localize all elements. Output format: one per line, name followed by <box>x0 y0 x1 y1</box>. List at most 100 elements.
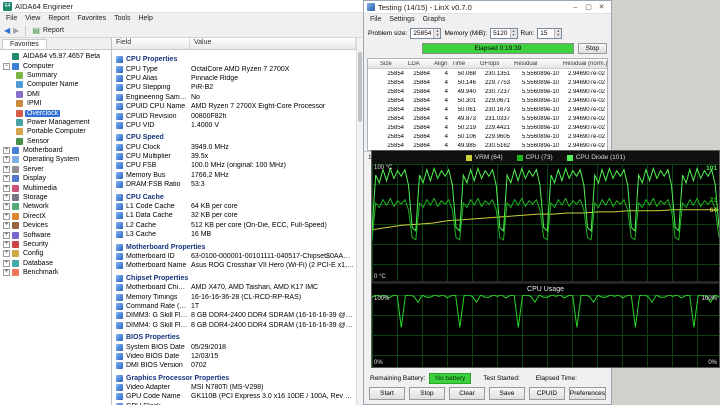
back-icon[interactable]: ◀ <box>4 26 10 35</box>
sidebar-item-summary[interactable]: Summary <box>0 71 111 80</box>
scrollbar-thumb[interactable] <box>358 52 362 122</box>
spin-down-icon[interactable]: ▼ <box>436 33 439 37</box>
column-header-residual[interactable]: Residual <box>512 61 561 67</box>
aida-menu-file[interactable]: File <box>2 15 21 22</box>
stop-button-top[interactable]: Stop <box>577 43 607 54</box>
cpuid-button[interactable]: CPUID <box>528 386 565 400</box>
stop-button[interactable]: Stop <box>408 386 445 400</box>
problem-size-input[interactable]: 25854 ▲ ▼ <box>410 27 442 39</box>
expand-icon[interactable]: + <box>3 222 10 230</box>
sidebar-item-dmi[interactable]: DMI <box>0 90 111 99</box>
spin-down-icon[interactable]: ▼ <box>512 33 515 37</box>
expand-icon[interactable]: + <box>3 194 10 202</box>
close-button[interactable]: ✕ <box>595 2 608 13</box>
expand-icon[interactable]: + <box>3 203 10 211</box>
table-row[interactable]: Motherboard ID 63-0100-000001-00101111-04… <box>112 252 356 261</box>
table-row[interactable]: Video BIOS Date 12/03/15 <box>112 352 356 361</box>
column-header-size[interactable]: Size <box>378 61 406 67</box>
table-row[interactable]: CPUID CPU Name AMD Ryzen 7 2700X Eight-Co… <box>112 102 356 111</box>
table-row[interactable]: Video Adapter MSI N780Ti (MS-V298) <box>112 383 356 392</box>
sidebar-item-devices[interactable]: + Devices <box>0 221 111 230</box>
table-row[interactable]: L2 Cache 512 KB per core (On-Die, ECC, Fu… <box>112 221 356 230</box>
table-row[interactable]: L1 Data Cache 32 KB per core <box>112 211 356 220</box>
save-button[interactable]: Save <box>488 386 525 400</box>
table-row[interactable]: Engineering Sample No <box>112 93 356 102</box>
sidebar-item-operating-system[interactable]: + Operating System <box>0 155 111 164</box>
forward-icon[interactable]: ▶ <box>13 26 19 35</box>
column-header-field[interactable]: Field <box>112 38 190 49</box>
column-header-value[interactable]: Value <box>190 38 356 49</box>
result-row[interactable]: 25854 25864 4 50.061 230.1673 5.556089e-10 2.9… <box>368 105 607 114</box>
table-row[interactable]: DIMM4: G Skill FlareX F4-3200C14D-16GFX8… <box>112 321 356 330</box>
tab-favorites[interactable]: Favorites <box>2 39 47 49</box>
table-row[interactable]: Memory Bus 1766.2 MHz <box>112 171 356 180</box>
spin-down-icon[interactable]: ▼ <box>557 33 560 37</box>
report-button[interactable]: Report <box>43 27 64 34</box>
expand-icon[interactable]: + <box>3 212 10 220</box>
sidebar-item-power-management[interactable]: Power Management <box>0 118 111 127</box>
sidebar-item-aida64-v5-97-4657-beta[interactable]: AIDA64 v5.97.4657 Beta <box>0 52 111 61</box>
problem-size-value[interactable]: 25854 <box>411 29 433 38</box>
collapse-icon[interactable]: − <box>3 62 10 70</box>
result-row[interactable]: 25854 25864 4 50.219 229.4421 5.556089e-10 2.9… <box>368 123 607 132</box>
expand-icon[interactable]: + <box>3 269 10 277</box>
sidebar-item-portable-computer[interactable]: Portable Computer <box>0 127 111 136</box>
table-row[interactable]: L3 Cache 16 MB <box>112 230 356 239</box>
column-header-time[interactable]: Time <box>450 61 478 67</box>
sidebar-item-storage[interactable]: + Storage <box>0 193 111 202</box>
table-row[interactable]: CPU Multiplier 39.5x <box>112 152 356 161</box>
table-row[interactable]: CPU Clock 3949.0 MHz <box>112 143 356 152</box>
run-input[interactable]: 15 ▲ ▼ <box>537 27 563 39</box>
aida-menu-tools[interactable]: Tools <box>110 15 134 22</box>
sidebar-item-ipmi[interactable]: IPMI <box>0 99 111 108</box>
clear-button[interactable]: Clear <box>448 386 485 400</box>
aida-menu-help[interactable]: Help <box>134 15 156 22</box>
maximize-button[interactable]: ▢ <box>582 2 595 13</box>
table-row[interactable]: CPU Alias Pinnacle Ridge <box>112 74 356 83</box>
result-row[interactable]: 25854 25864 4 49.873 231.0337 5.556089e-10 2.9… <box>368 114 607 123</box>
sidebar-item-multimedia[interactable]: + Multimedia <box>0 183 111 192</box>
table-row[interactable]: CPUID Revision 00800F82h <box>112 111 356 120</box>
sidebar-item-directx[interactable]: + DirectX <box>0 212 111 221</box>
sidebar-item-computer[interactable]: − Computer <box>0 61 111 70</box>
preferences-button[interactable]: Preferences <box>568 386 606 400</box>
expand-icon[interactable]: + <box>3 147 10 155</box>
table-row[interactable]: Motherboard Name Asus ROG Crosshair VII H… <box>112 261 356 270</box>
sidebar-item-security[interactable]: + Security <box>0 240 111 249</box>
sidebar-item-config[interactable]: + Config <box>0 249 111 258</box>
memory-value[interactable]: 5120 <box>491 29 509 38</box>
sidebar-item-computer-name[interactable]: Computer Name <box>0 80 111 89</box>
expand-icon[interactable]: + <box>3 165 10 173</box>
expand-icon[interactable]: + <box>3 156 10 164</box>
start-button[interactable]: Start <box>369 386 405 400</box>
table-row[interactable]: CPU FSB 100.0 MHz (original: 100 MHz) <box>112 161 356 170</box>
sidebar-item-network[interactable]: + Network <box>0 202 111 211</box>
result-row[interactable]: 25854 25864 4 50.068 230.1351 5.556089e-10 2.9… <box>368 69 607 78</box>
table-row[interactable]: DRAM:FSB Ratio 53:3 <box>112 180 356 189</box>
sidebar-item-software[interactable]: + Software <box>0 230 111 239</box>
sidebar-item-display[interactable]: + Display <box>0 174 111 183</box>
table-row[interactable]: DIMM3: G Skill FlareX F4-3200C14D-16GFX8… <box>112 311 356 320</box>
aida-menu-report[interactable]: Report <box>44 15 73 22</box>
table-row[interactable]: Motherboard Chipset AMD X470, AMD Taishan… <box>112 283 356 292</box>
aida-menu-favorites[interactable]: Favorites <box>73 15 110 22</box>
result-row[interactable]: 25854 25864 4 50.106 229.9605 5.556089e-10 2.9… <box>368 132 607 141</box>
table-row[interactable]: CPU Stepping PiR-B2 <box>112 83 356 92</box>
sidebar-item-database[interactable]: + Database <box>0 259 111 268</box>
report-icon[interactable]: ▤ <box>32 26 40 35</box>
column-header-align[interactable]: Align <box>432 61 450 67</box>
expand-icon[interactable]: + <box>3 250 10 258</box>
sidebar-item-benchmark[interactable]: + Benchmark <box>0 268 111 277</box>
table-row[interactable]: Command Rate (CR) 1T <box>112 302 356 311</box>
expand-icon[interactable]: + <box>3 259 10 267</box>
spinner-arrows-icon[interactable]: ▲ ▼ <box>433 28 441 38</box>
scrollbar[interactable] <box>356 38 363 405</box>
sidebar-item-motherboard[interactable]: + Motherboard <box>0 146 111 155</box>
minimize-button[interactable]: – <box>569 2 582 13</box>
aida-menu-view[interactable]: View <box>21 15 44 22</box>
column-header-residual-norm[interactable]: Residual (norm.) <box>561 61 607 67</box>
sidebar-item-overclock[interactable]: Overclock <box>0 108 111 117</box>
column-header-gflops[interactable]: GFlops <box>478 61 512 67</box>
memory-input[interactable]: 5120 ▲ ▼ <box>490 27 518 39</box>
expand-icon[interactable]: + <box>3 231 10 239</box>
